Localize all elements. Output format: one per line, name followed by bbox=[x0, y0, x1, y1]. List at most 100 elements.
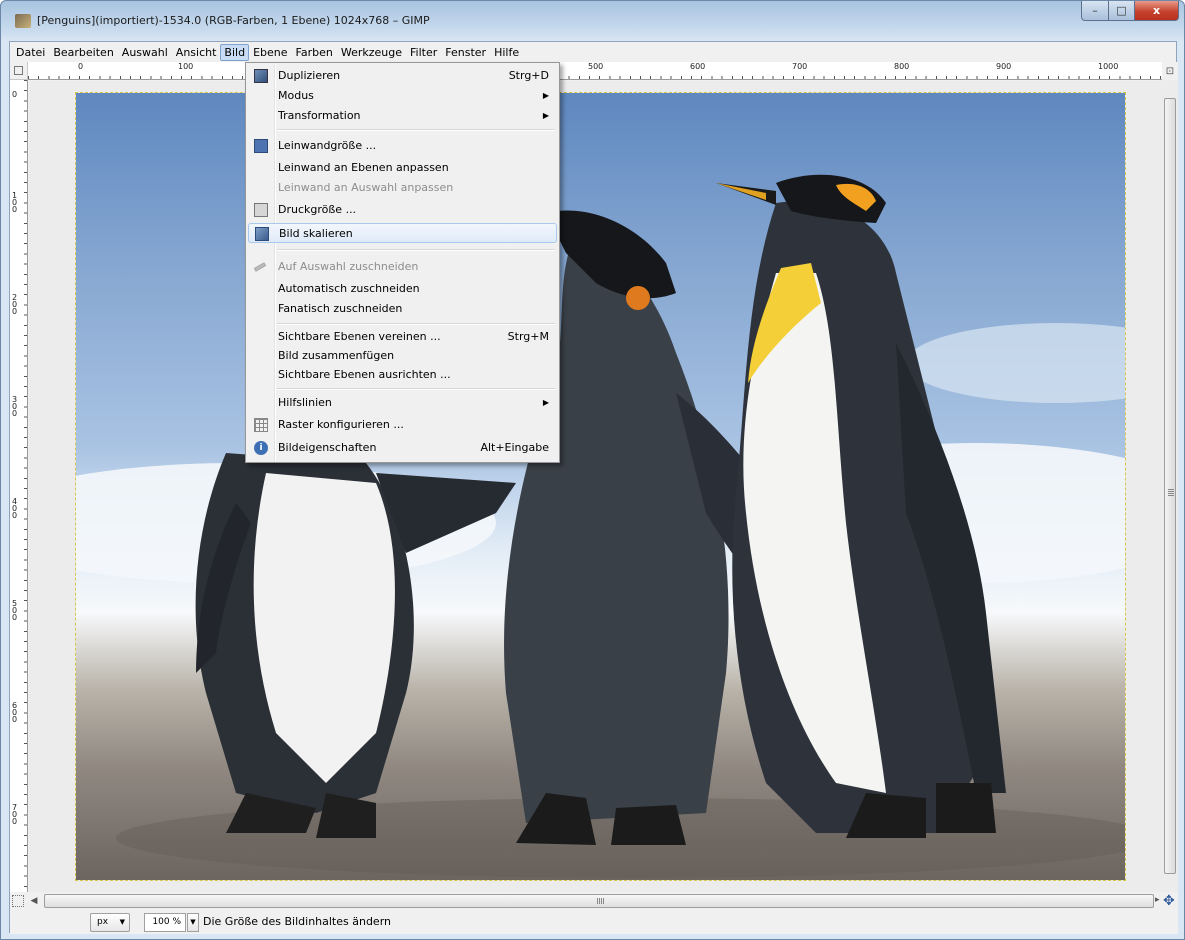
info-icon: i bbox=[254, 441, 268, 455]
scroll-right-icon[interactable]: ▸ bbox=[1155, 895, 1163, 907]
menu-item-sichtbare-ebenen-vereinen[interactable]: Sichtbare Ebenen vereinen ... Strg+M bbox=[248, 327, 557, 347]
ruler-label: 500 bbox=[12, 599, 18, 622]
ruler-label: 0 bbox=[12, 90, 18, 99]
scroll-grip bbox=[1168, 489, 1174, 496]
menu-auswahl[interactable]: Auswahl bbox=[118, 44, 172, 61]
ruler-label: 600 bbox=[12, 701, 18, 724]
menu-item-label: Sichtbare Ebenen ausrichten ... bbox=[278, 368, 451, 381]
ruler-label: 0 bbox=[78, 62, 84, 71]
menu-item-modus[interactable]: Modus ▶ bbox=[248, 86, 557, 106]
grid-icon bbox=[254, 418, 268, 432]
menu-item-bild-skalieren[interactable]: Bild skalieren bbox=[248, 223, 557, 243]
close-button[interactable]: x bbox=[1134, 1, 1179, 21]
title-bar[interactable]: [Penguins](importiert)-1534.0 (RGB-Farbe… bbox=[1, 1, 1184, 41]
ruler-label: 100 bbox=[178, 62, 194, 71]
menu-item-bild-zusammenfuegen[interactable]: Bild zusammenfügen bbox=[248, 346, 557, 366]
ruler-label: 700 bbox=[792, 62, 808, 71]
zoom-dropdown-button[interactable]: ▼ bbox=[187, 913, 199, 932]
quick-mask-toggle[interactable] bbox=[12, 895, 24, 907]
menu-item-label: Modus bbox=[278, 89, 314, 102]
menu-item-label: Bild zusammenfügen bbox=[278, 349, 395, 362]
menu-ebene[interactable]: Ebene bbox=[249, 44, 291, 61]
ruler-label: 800 bbox=[894, 62, 910, 71]
ruler-label: 1000 bbox=[1098, 62, 1119, 71]
menu-item-hilfslinien[interactable]: Hilfslinien ▶ bbox=[248, 393, 557, 413]
ruler-label: 700 bbox=[12, 803, 18, 826]
menu-item-shortcut: Strg+D bbox=[508, 69, 549, 82]
ruler-label: 500 bbox=[588, 62, 604, 71]
menu-item-leinwandgroesse[interactable]: Leinwandgröße ... bbox=[248, 136, 557, 156]
menu-item-label: Leinwand an Ebenen anpassen bbox=[278, 161, 449, 174]
zoom-input[interactable]: 100 % bbox=[144, 913, 186, 932]
menu-separator bbox=[277, 129, 555, 131]
menu-item-label: Auf Auswahl zuschneiden bbox=[278, 260, 419, 273]
gimp-window: [Penguins](importiert)-1534.0 (RGB-Farbe… bbox=[0, 0, 1185, 940]
menu-werkzeuge[interactable]: Werkzeuge bbox=[337, 44, 406, 61]
image-canvas[interactable] bbox=[29, 81, 1162, 892]
menu-item-label: Bildeigenschaften bbox=[278, 441, 377, 454]
menu-hilfe[interactable]: Hilfe bbox=[490, 44, 523, 61]
horizontal-ruler[interactable]: 0 100 500 600 700 800 900 1000 bbox=[28, 62, 1162, 80]
menu-separator bbox=[277, 249, 555, 251]
crop-icon bbox=[253, 262, 267, 272]
menu-item-label: Leinwand an Auswahl anpassen bbox=[278, 181, 454, 194]
scroll-grip bbox=[597, 898, 604, 904]
vertical-scrollbar[interactable] bbox=[1162, 80, 1178, 892]
scroll-left-icon[interactable]: ◀ bbox=[28, 895, 40, 907]
menu-item-transformation[interactable]: Transformation ▶ bbox=[248, 106, 557, 126]
menu-farben[interactable]: Farben bbox=[292, 44, 337, 61]
gimp-app-icon[interactable] bbox=[15, 14, 31, 28]
menu-item-shortcut: Strg+M bbox=[507, 330, 549, 343]
menu-separator bbox=[277, 323, 555, 325]
vertical-scrollbar-thumb[interactable] bbox=[1164, 98, 1176, 874]
menu-fenster[interactable]: Fenster bbox=[441, 44, 490, 61]
canvas-size-icon bbox=[254, 139, 268, 153]
horizontal-scrollbar-thumb[interactable] bbox=[44, 894, 1154, 908]
menu-item-label: Raster konfigurieren ... bbox=[278, 418, 404, 431]
bild-menu: Duplizieren Strg+D Modus ▶ Transformatio… bbox=[245, 62, 560, 463]
menu-item-label: Automatisch zuschneiden bbox=[278, 282, 420, 295]
vertical-ruler[interactable]: 0 100 200 300 400 500 600 700 bbox=[10, 80, 28, 892]
menu-item-raster-konfigurieren[interactable]: Raster konfigurieren ... bbox=[248, 415, 557, 435]
menu-item-label: Transformation bbox=[278, 109, 361, 122]
duplicate-icon bbox=[254, 69, 268, 83]
menu-item-bildeigenschaften[interactable]: i Bildeigenschaften Alt+Eingabe bbox=[248, 438, 557, 458]
menu-item-label: Duplizieren bbox=[278, 69, 341, 82]
quick-select-icon bbox=[14, 66, 23, 75]
print-size-icon bbox=[254, 203, 268, 217]
menu-bearbeiten[interactable]: Bearbeiten bbox=[49, 44, 117, 61]
menu-item-leinwand-an-ebenen[interactable]: Leinwand an Ebenen anpassen bbox=[248, 158, 557, 178]
menu-item-label: Hilfslinien bbox=[278, 396, 332, 409]
unit-select[interactable]: px ▼ bbox=[90, 913, 130, 932]
menu-item-label: Sichtbare Ebenen vereinen ... bbox=[278, 330, 441, 343]
window-title: [Penguins](importiert)-1534.0 (RGB-Farbe… bbox=[37, 14, 430, 27]
ruler-label: 400 bbox=[12, 497, 18, 520]
ruler-corner[interactable] bbox=[10, 62, 28, 80]
maximize-button[interactable]: □ bbox=[1108, 1, 1135, 21]
menu-filter[interactable]: Filter bbox=[406, 44, 441, 61]
menu-item-druckgroesse[interactable]: Druckgröße ... bbox=[248, 200, 557, 220]
menu-item-label: Leinwandgröße ... bbox=[278, 139, 377, 152]
menu-item-duplizieren[interactable]: Duplizieren Strg+D bbox=[248, 66, 557, 86]
menu-item-leinwand-an-auswahl: Leinwand an Auswahl anpassen bbox=[248, 178, 557, 198]
status-bar: px ▼ 100 % ▼ Die Größe des Bildinhaltes … bbox=[10, 910, 1178, 934]
navigate-icon[interactable]: ✥ bbox=[1163, 893, 1178, 909]
menu-item-shortcut: Alt+Eingabe bbox=[480, 441, 549, 454]
chevron-down-icon: ▼ bbox=[119, 918, 125, 926]
image-window-client: Datei Bearbeiten Auswahl Ansicht Bild Eb… bbox=[9, 41, 1178, 934]
submenu-arrow-icon: ▶ bbox=[542, 91, 549, 100]
penguins-image[interactable] bbox=[75, 92, 1126, 881]
menu-item-fanatisch-zuschneiden[interactable]: Fanatisch zuschneiden bbox=[248, 299, 557, 319]
zoom-to-window-icon[interactable]: ⊡ bbox=[1162, 62, 1178, 80]
ruler-label: 900 bbox=[996, 62, 1012, 71]
menu-ansicht[interactable]: Ansicht bbox=[172, 44, 221, 61]
horizontal-scrollbar-row: ◀ ▸ ✥ bbox=[10, 892, 1178, 910]
minimize-button[interactable]: – bbox=[1081, 1, 1109, 21]
menu-item-sichtbare-ebenen-ausrichten[interactable]: Sichtbare Ebenen ausrichten ... bbox=[248, 365, 557, 385]
menu-item-label: Druckgröße ... bbox=[278, 203, 357, 216]
menu-item-automatisch-zuschneiden[interactable]: Automatisch zuschneiden bbox=[248, 279, 557, 299]
menu-datei[interactable]: Datei bbox=[12, 44, 49, 61]
status-message: Die Größe des Bildinhaltes ändern bbox=[203, 915, 392, 928]
penguins-illustration bbox=[76, 174, 1125, 878]
menu-bild[interactable]: Bild bbox=[220, 43, 250, 61]
